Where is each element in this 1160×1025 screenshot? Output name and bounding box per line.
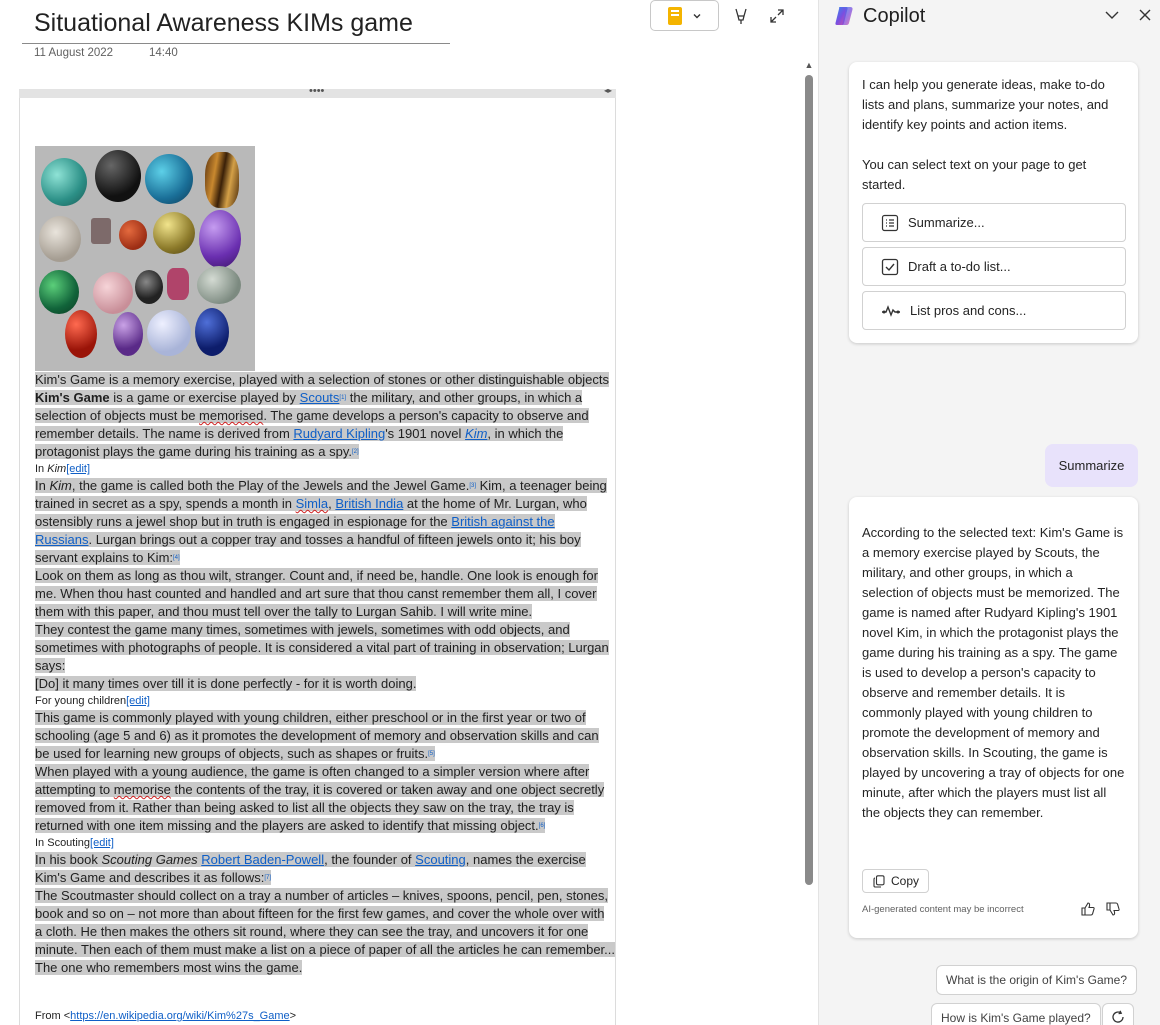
heading-in-scouting: In Scouting[edit]	[35, 837, 114, 849]
heading-young-children: For young children[edit]	[35, 695, 150, 707]
vertical-scrollbar[interactable]: ▲	[803, 60, 815, 1025]
user-message: Summarize	[1045, 444, 1138, 487]
scroll-up-icon[interactable]: ▲	[804, 60, 814, 70]
heading-in-kim: In Kim[edit]	[35, 463, 91, 475]
answer-text[interactable]: According to the selected text: Kim's Ga…	[862, 523, 1125, 823]
page-date: 11 August 2022	[34, 47, 114, 59]
intro-hint: You can select text on your page to get …	[862, 157, 1087, 192]
copilot-logo-icon	[835, 7, 853, 25]
note-container-header[interactable]: •••• ◂▸	[19, 85, 616, 98]
source-line: From <https://en.wikipedia.org/wiki/Kim%…	[35, 1010, 297, 1022]
answer-card: According to the selected text: Kim's Ga…	[849, 497, 1138, 938]
stones-image	[35, 146, 255, 371]
title-divider	[22, 43, 450, 44]
link-kim[interactable]: Kim	[465, 426, 487, 441]
summarize-button[interactable]: Summarize...	[862, 203, 1126, 242]
paragraph-intro: Kim's Game is a game or exercise played …	[35, 390, 589, 459]
intro-card: I can help you generate ideas, make to-d…	[849, 62, 1138, 343]
paragraph-contest: They contest the game many times, someti…	[35, 622, 609, 673]
edit-link[interactable]: [edit]	[90, 837, 114, 849]
copilot-pane: Copilot I can help you generate ideas, m…	[818, 0, 1160, 1025]
link-scouting[interactable]: Scouting	[415, 852, 466, 867]
close-icon[interactable]	[1136, 6, 1154, 24]
resize-handle-icon[interactable]: ◂▸	[604, 86, 612, 95]
link-british-india[interactable]: British India	[335, 496, 403, 511]
link-simla[interactable]: Simla	[296, 496, 329, 511]
suggestion-how-played[interactable]: How is Kim's Game played?	[931, 1003, 1101, 1025]
refresh-icon	[1112, 1010, 1124, 1023]
thumbs-down-icon[interactable]	[1105, 901, 1121, 917]
quote-scoutmaster: The Scoutmaster should collect on a tray…	[35, 888, 616, 975]
link-baden-powell[interactable]: Robert Baden-Powell	[201, 852, 324, 867]
link-rudyard-kipling[interactable]: Rudyard Kipling	[293, 426, 385, 441]
link-scouts[interactable]: Scouts	[300, 390, 340, 405]
pen-icon[interactable]	[728, 0, 754, 31]
list-icon	[881, 214, 899, 231]
suggestion-origin[interactable]: What is the origin of Kim's Game?	[936, 965, 1138, 995]
copy-button[interactable]: Copy	[862, 869, 929, 893]
paragraph-young-1: This game is commonly played with young …	[35, 710, 599, 761]
drag-handle[interactable]: ••••	[309, 85, 324, 97]
copy-icon	[873, 874, 885, 888]
copilot-title: Copilot	[863, 5, 926, 27]
edit-link[interactable]: [edit]	[66, 463, 90, 475]
intro-text: I can help you generate ideas, make to-d…	[862, 77, 1109, 132]
scrollbar-thumb[interactable]	[805, 75, 813, 885]
paragraph-kim: In Kim, the game is called both the Play…	[35, 478, 607, 565]
chevron-down-icon	[693, 13, 700, 18]
note-page: Situational Awareness KIMs game 11 Augus…	[0, 0, 818, 1025]
quote-lurgan: [Do] it many times over till it is done …	[35, 676, 417, 691]
notebook-picker-button[interactable]	[650, 0, 719, 31]
pros-cons-button[interactable]: List pros and cons...	[862, 291, 1126, 330]
checkbox-icon	[881, 258, 899, 275]
edit-link[interactable]: [edit]	[126, 695, 150, 707]
pulse-icon	[882, 304, 900, 317]
expand-icon[interactable]	[766, 0, 788, 31]
image-caption: Kim's Game is a memory exercise, played …	[35, 372, 610, 387]
collapse-chevron-icon[interactable]	[1103, 6, 1121, 24]
page-time: 14:40	[149, 47, 178, 59]
refresh-suggestions-button[interactable]	[1102, 1003, 1134, 1025]
notebook-icon	[667, 6, 682, 25]
quote-lurgan-servant: Look on them as long as thou wilt, stran…	[35, 568, 598, 619]
thumbs-up-icon[interactable]	[1080, 901, 1096, 917]
page-title[interactable]: Situational Awareness KIMs game	[34, 9, 413, 38]
source-url-link[interactable]: https://en.wikipedia.org/wiki/Kim%27s_Ga…	[70, 1010, 289, 1022]
paragraph-young-2: When played with a young audience, the g…	[35, 764, 605, 833]
draft-todo-button[interactable]: Draft a to-do list...	[862, 247, 1126, 286]
note-container[interactable]: •••• ◂▸ Kim's Game is a memory exercise,…	[19, 85, 616, 1025]
ai-disclaimer: AI-generated content may be incorrect	[862, 904, 1024, 915]
note-content[interactable]: Kim's Game is a memory exercise, played …	[35, 371, 616, 977]
paragraph-scouting: In his book Scouting Games Robert Baden-…	[35, 852, 586, 885]
